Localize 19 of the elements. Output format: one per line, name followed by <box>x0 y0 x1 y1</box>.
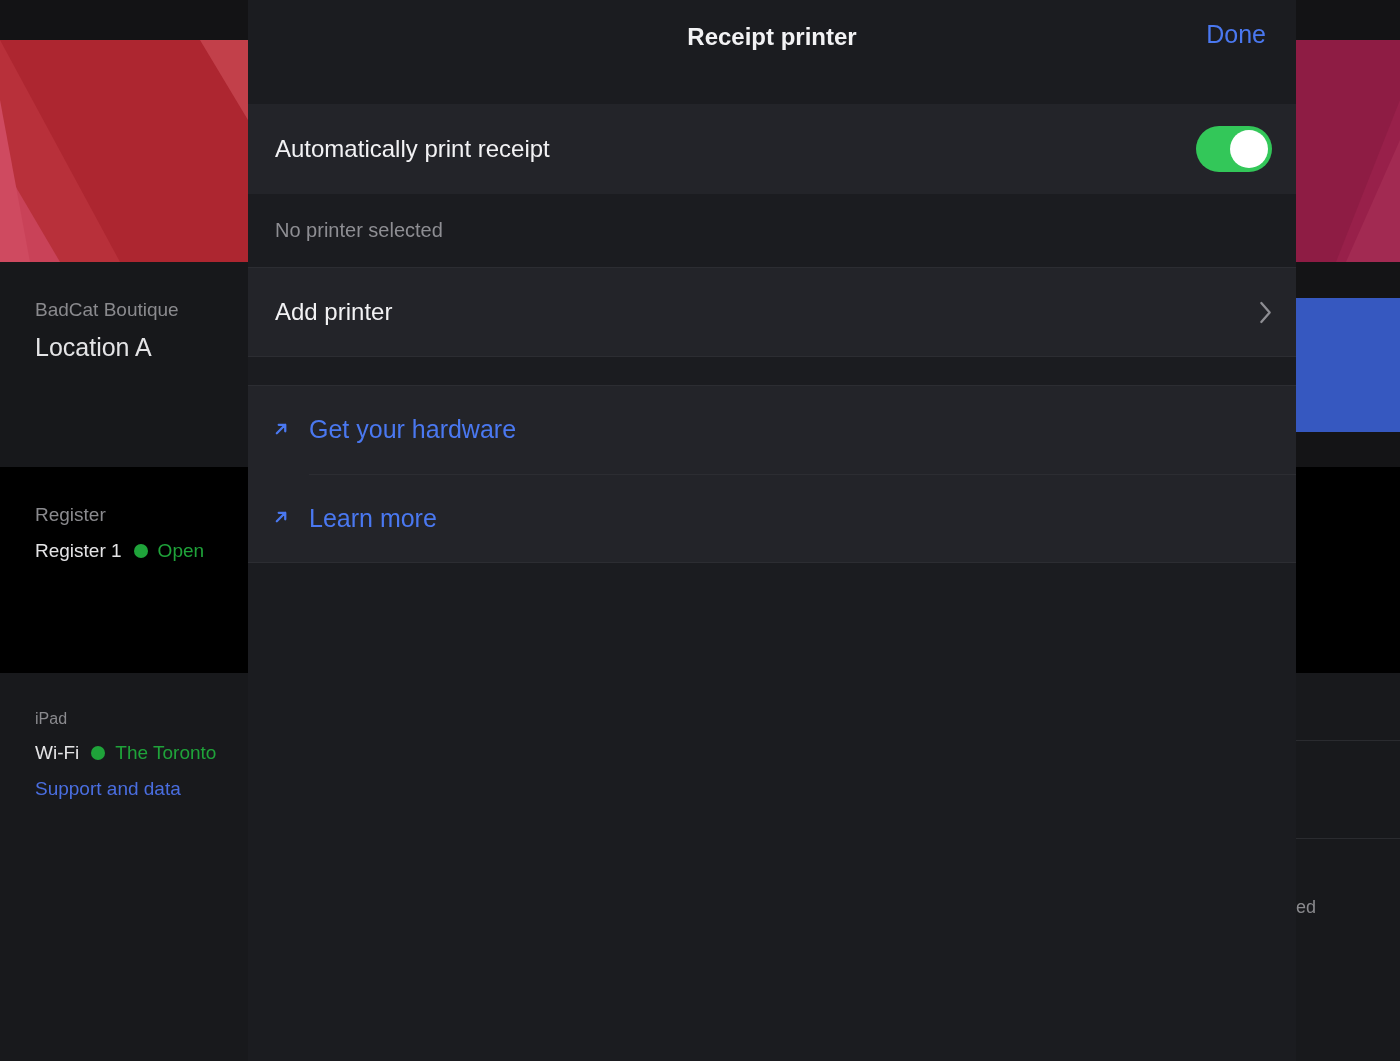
register-status: Open <box>157 540 205 562</box>
link[interactable]: Learn more <box>309 503 437 533</box>
support-link[interactable]: Support and data <box>35 778 248 800</box>
device-label: iPad <box>35 710 69 728</box>
wifi-network: The Toronto <box>115 742 217 764</box>
wifi-label: Wi-Fi <box>35 742 80 764</box>
business-name: BadCat Boutique <box>35 299 180 321</box>
section-header: No printer selected <box>275 219 443 242</box>
done-button[interactable]: Done <box>1206 18 1266 51</box>
register-label: Register <box>35 504 107 526</box>
sheet-title: Receipt printer <box>687 23 857 51</box>
location-name: Location A <box>35 333 153 362</box>
toggle-switch[interactable] <box>1196 126 1272 172</box>
text-fragment: ed <box>1296 897 1317 917</box>
toggle-label: Automatically print receipt <box>275 135 550 163</box>
chevron-icon <box>1259 300 1272 324</box>
register-name: Register 1 <box>35 540 122 562</box>
link[interactable]: Get your hardware <box>309 415 517 444</box>
add-printer-row[interactable]: Add printer <box>248 268 1296 357</box>
